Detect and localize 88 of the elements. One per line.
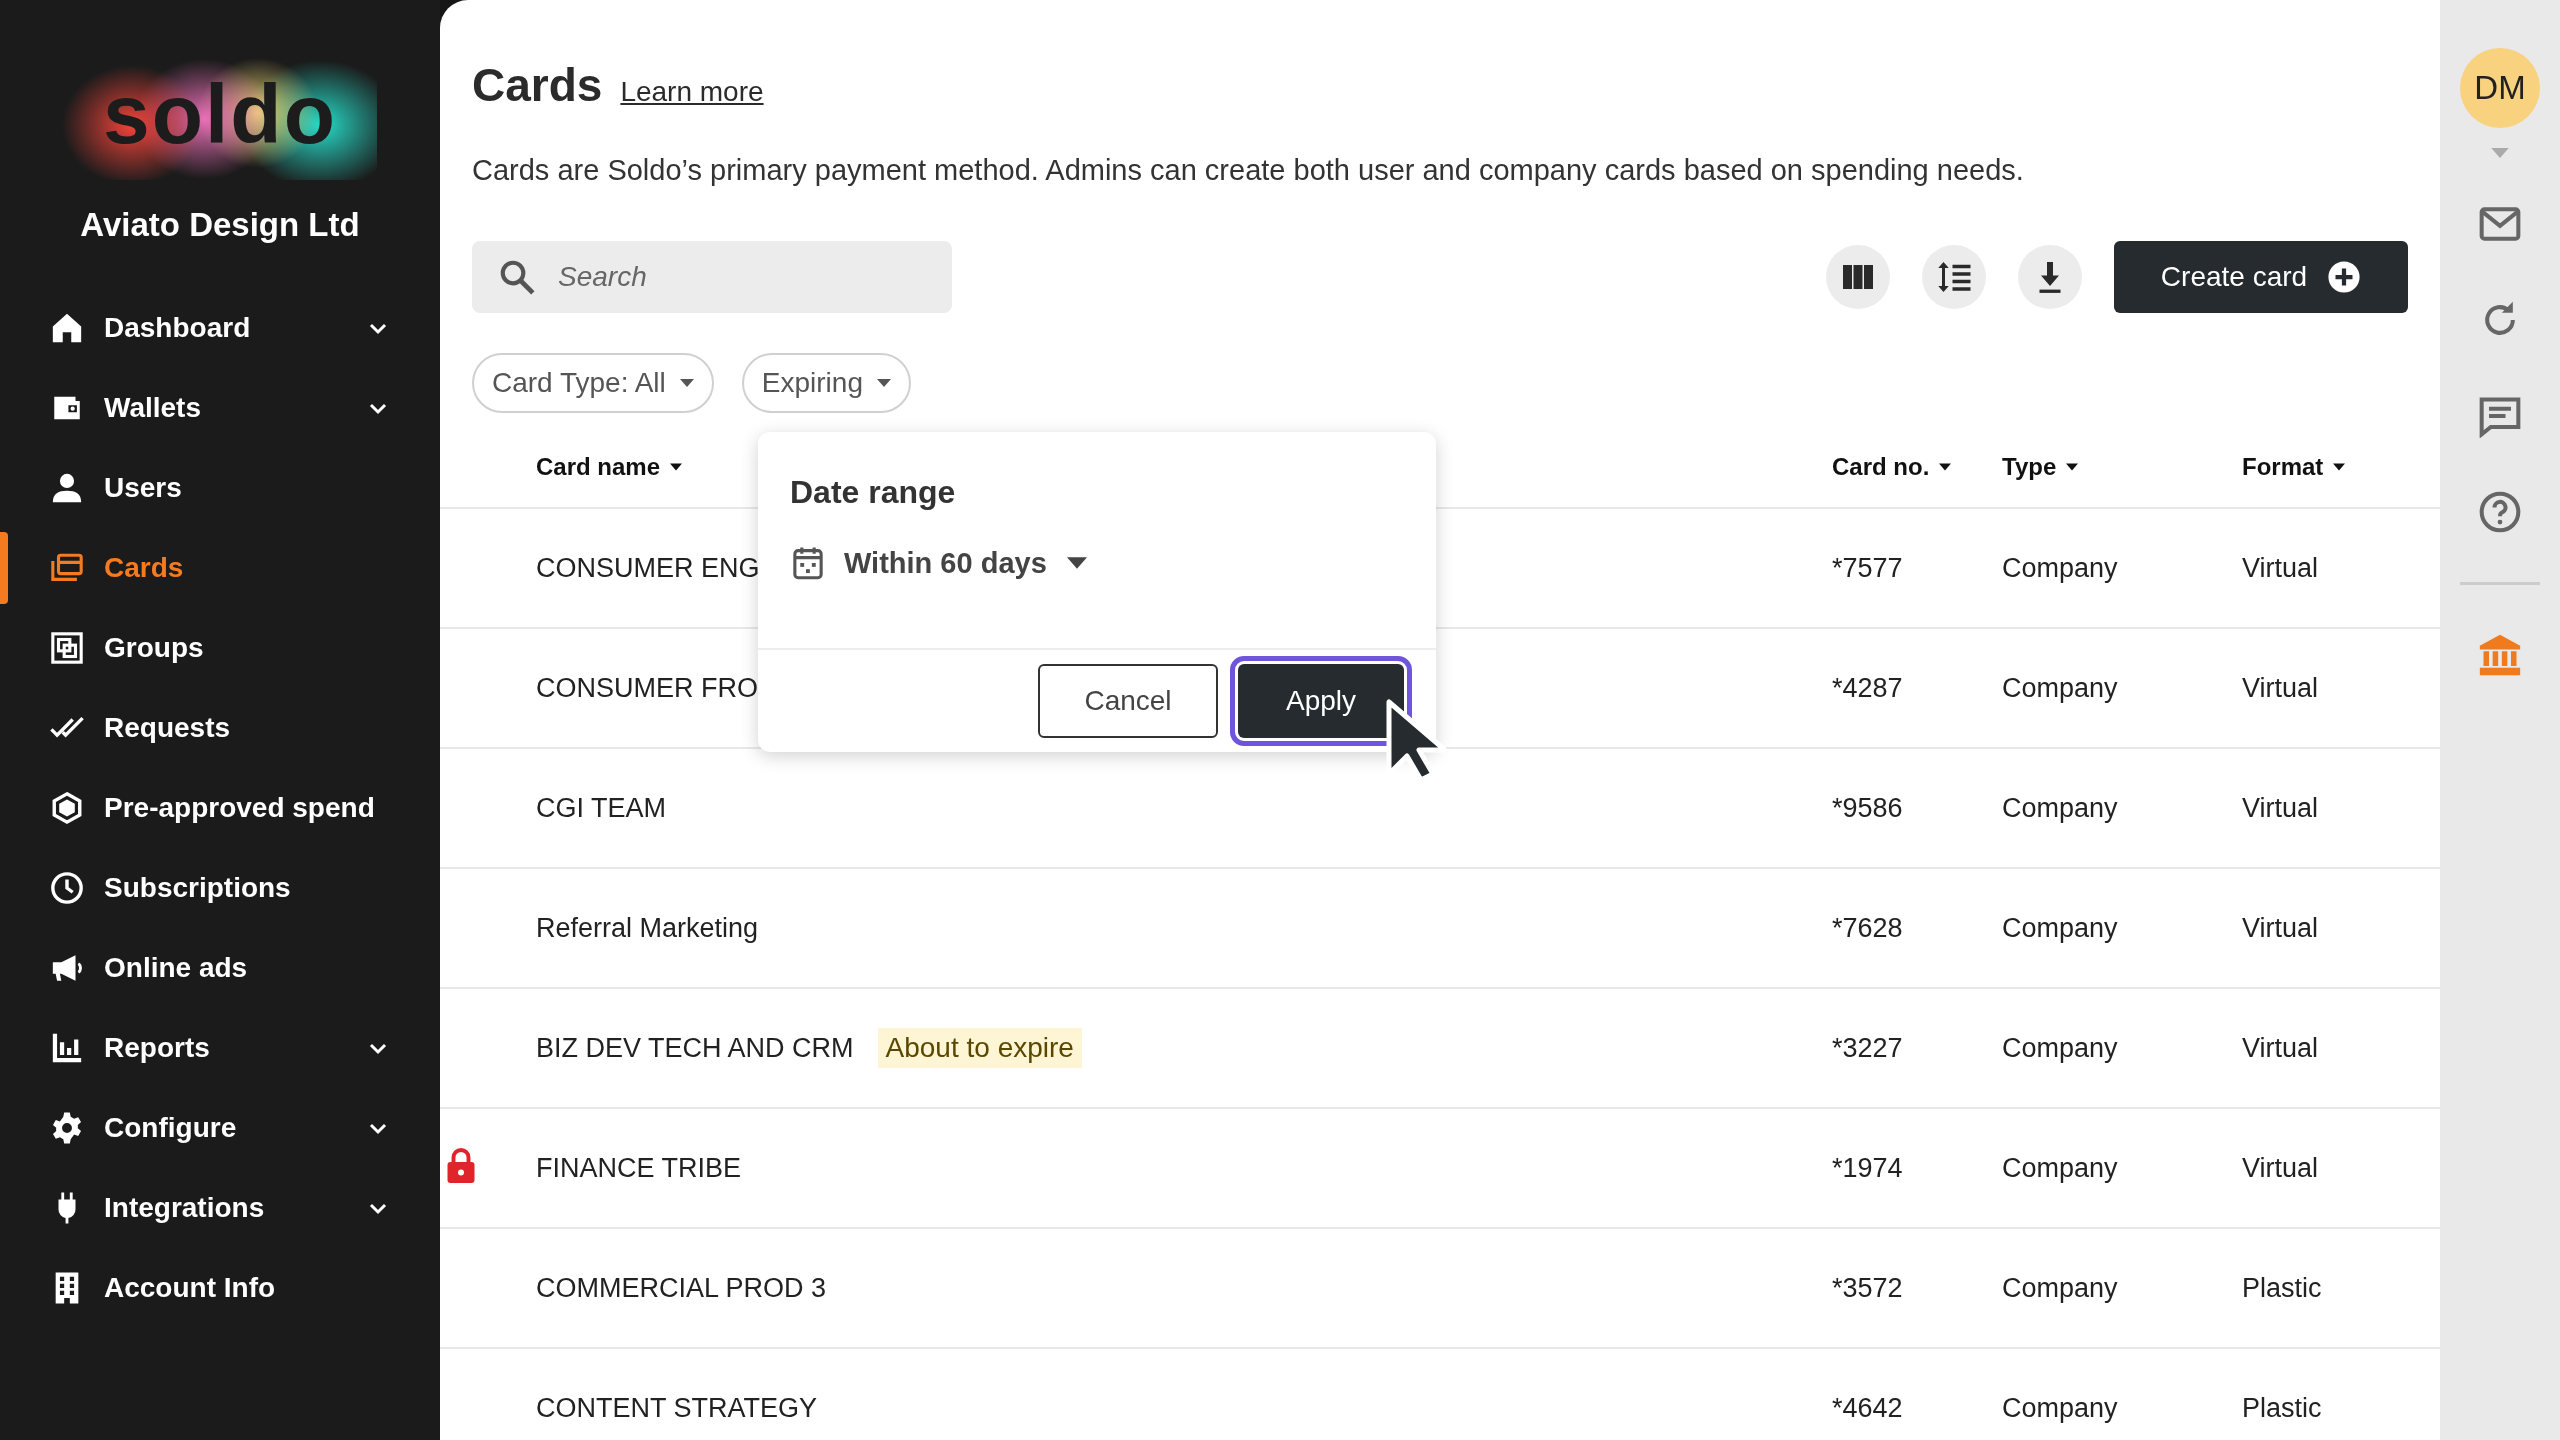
table-cell-text: *4642: [1832, 1392, 1904, 1424]
line-spacing-icon: [1936, 259, 1972, 295]
sidebar-item[interactable]: Integrations: [0, 1168, 440, 1248]
table-cell: CONSUMER FRO: [536, 672, 758, 704]
table-cell-text: *3227: [1832, 1032, 1904, 1064]
table-cell-text: Plastic: [2242, 1392, 2323, 1424]
table-row[interactable]: Referral Marketing *7628 Company Virtual: [440, 869, 2440, 989]
filter-dropdown[interactable]: Expiring: [741, 353, 911, 413]
table-row[interactable]: COMMERCIAL PROD 3 *3572 Company Plastic: [440, 1229, 2440, 1349]
plus-circle-icon: [2327, 260, 2362, 294]
table-cell-text: Plastic: [2242, 1272, 2323, 1304]
table-cell-text: Virtual: [2242, 672, 2320, 704]
column-header[interactable]: Card no.: [1832, 453, 1930, 481]
popup-title: Date range: [789, 473, 957, 511]
table-cell-text: Company: [2002, 1272, 2119, 1304]
table-cell: BIZ DEV TECH AND CRM: [536, 1032, 854, 1064]
search-field[interactable]: Search: [472, 241, 952, 313]
groups-icon: [50, 631, 84, 665]
sort-caret-icon: [2066, 463, 2079, 471]
sort-caret-icon: [670, 463, 683, 471]
table-cell-text: Company: [2002, 1032, 2119, 1064]
date-range-dropdown[interactable]: Within 60 days: [758, 511, 1436, 579]
table-cell-text: *1974: [1832, 1152, 1904, 1184]
table-cell-text: Company: [2002, 1152, 2119, 1184]
sidebar-item[interactable]: Cards: [0, 528, 440, 608]
table-cell-text: Company: [2002, 1392, 2119, 1424]
table-cell-text: Virtual: [2242, 792, 2320, 824]
create-card-button[interactable]: Create card: [2114, 241, 2408, 313]
chat-icon[interactable]: [2478, 394, 2522, 438]
table-row[interactable]: BIZ DEV TECH AND CRM About to expire *3227 Company Virtual: [440, 989, 2440, 1109]
sidebar-item[interactable]: Users: [0, 448, 440, 528]
bar-chart-icon: [50, 1031, 84, 1065]
sidebar-item[interactable]: Account Info: [0, 1248, 440, 1328]
company-name: Aviato Design Ltd: [79, 206, 361, 244]
user-avatar[interactable]: DM: [2460, 48, 2540, 128]
sort-caret-icon: [1939, 463, 1952, 471]
table-cell: CGI TEAM: [536, 792, 667, 824]
sidebar-item[interactable]: Configure: [0, 1088, 440, 1168]
table-cell: Referral Marketing: [536, 912, 759, 944]
column-header[interactable]: Format: [2242, 453, 2324, 481]
table-cell-text: Virtual: [2242, 912, 2320, 944]
sidebar-item[interactable]: Pre-approved spend: [0, 768, 440, 848]
sidebar-item[interactable]: Requests: [0, 688, 440, 768]
table-cell-text: Virtual: [2242, 1032, 2320, 1064]
table-cell-text: *3572: [1832, 1272, 1904, 1304]
learn-more-link[interactable]: Learn more: [620, 76, 764, 108]
sidebar-item[interactable]: Reports: [0, 1008, 440, 1088]
status-tag: About to expire: [877, 1028, 1082, 1068]
column-header[interactable]: Type: [2002, 453, 2057, 481]
cancel-button[interactable]: Cancel: [1038, 664, 1218, 738]
sidebar-item[interactable]: Wallets: [0, 368, 440, 448]
sidebar-item[interactable]: Groups: [0, 608, 440, 688]
table-cell: CONSUMER ENG: [536, 552, 760, 584]
calendar-icon: [792, 546, 824, 580]
home-icon: [50, 311, 84, 345]
table-row[interactable]: FINANCE TRIBE *1974 Company Virtual: [440, 1109, 2440, 1229]
table-cell-text: *7628: [1832, 912, 1904, 944]
active-indicator: [0, 532, 8, 604]
table-cell-text: *4287: [1832, 672, 1904, 704]
gear-icon: [50, 1111, 84, 1145]
page-title: Cards: [472, 58, 603, 112]
sidebar-item[interactable]: Subscriptions: [0, 848, 440, 928]
table-cell-text: Company: [2002, 672, 2119, 704]
table-cell-text: Virtual: [2242, 1152, 2320, 1184]
table-cell-text: Company: [2002, 792, 2119, 824]
sort-caret-icon: [2333, 463, 2346, 471]
table-cell-text: *7577: [1832, 552, 1904, 584]
table-cell: FINANCE TRIBE: [536, 1152, 742, 1184]
search-icon: [498, 258, 536, 296]
table-cell-text: *9586: [1832, 792, 1904, 824]
table-cell: CONTENT STRATEGY: [536, 1392, 818, 1424]
caret-icon: [876, 378, 891, 388]
filter-dropdown[interactable]: Card Type: All: [472, 353, 714, 413]
table-cell-text: Company: [2002, 912, 2119, 944]
table-cell-text: Company: [2002, 552, 2119, 584]
page-description: Cards are Soldo’s primary payment method. Admins can create both user and company cards based on spending needs.: [472, 154, 2025, 187]
column-header[interactable]: Card name: [536, 453, 661, 481]
table-cell-text: Virtual: [2242, 552, 2320, 584]
clock-icon: [50, 871, 84, 905]
help-icon[interactable]: [2478, 490, 2522, 534]
hexagon-icon: [50, 791, 84, 825]
sidebar-item[interactable]: Dashboard: [0, 288, 440, 368]
sidebar-item[interactable]: Online ads: [0, 928, 440, 1008]
caret-icon: [679, 378, 694, 388]
caret-icon: [2491, 148, 2509, 158]
caret-icon: [1066, 557, 1087, 569]
table-cell: COMMERCIAL PROD 3: [536, 1272, 827, 1304]
user-icon: [50, 471, 84, 505]
